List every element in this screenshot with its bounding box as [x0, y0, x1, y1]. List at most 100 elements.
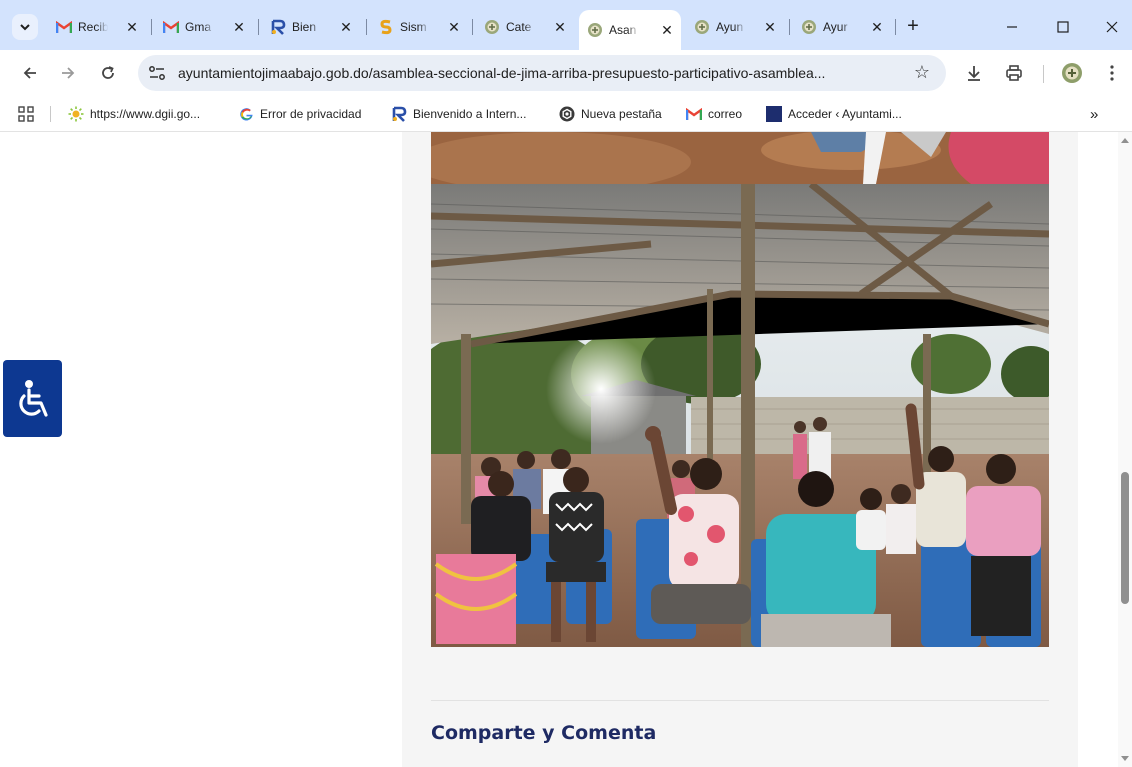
- tab-separator: [472, 19, 473, 35]
- maximize-icon: [1057, 21, 1069, 33]
- chevron-down-icon: [20, 24, 30, 31]
- bookmark-label: Acceder ‹ Ayuntami...: [788, 107, 902, 121]
- tab-close-icon[interactable]: ✕: [446, 19, 462, 35]
- bookmark-star-icon[interactable]: ☆: [914, 62, 930, 83]
- dgii-sun-icon: [68, 106, 84, 122]
- bookmark-label: https://www.dgii.go...: [90, 107, 201, 121]
- tab-close-icon[interactable]: ✕: [124, 19, 140, 35]
- tab-sism[interactable]: Sism ✕: [370, 10, 468, 44]
- minimize-icon: [1007, 26, 1017, 28]
- bookmark-acceder-ayuntamiento[interactable]: Acceder ‹ Ayuntami...: [766, 105, 902, 123]
- tab-close-icon[interactable]: ✕: [762, 19, 778, 35]
- bookmark-error-privacidad[interactable]: Error de privacidad: [238, 105, 361, 123]
- previous-article-photo: [431, 132, 1049, 184]
- gmail-icon: [163, 19, 179, 35]
- reload-button[interactable]: [96, 61, 120, 85]
- bookmark-nueva-pestana[interactable]: Nueva pestaña: [559, 105, 662, 123]
- printer-icon: [1006, 65, 1022, 81]
- bookmarks-divider: [50, 106, 51, 122]
- tab-separator: [151, 19, 152, 35]
- tab-separator: [895, 19, 896, 35]
- back-button[interactable]: [18, 61, 42, 85]
- bookmarks-overflow-button[interactable]: »: [1090, 105, 1098, 123]
- tab-search-button[interactable]: [12, 14, 38, 40]
- site-settings-icon[interactable]: [148, 64, 166, 82]
- tab-close-icon[interactable]: ✕: [659, 22, 675, 38]
- ayuntamiento-seal-icon: [587, 22, 603, 38]
- browser-menu-button[interactable]: [1100, 61, 1124, 85]
- tab-separator: [789, 19, 790, 35]
- bookmark-label: Nueva pestaña: [581, 107, 662, 121]
- tab-close-icon[interactable]: ✕: [552, 19, 568, 35]
- address-bar[interactable]: ayuntamientojimaabajo.gob.do/asamblea-se…: [138, 55, 946, 91]
- tab-categoria[interactable]: Cate ✕: [476, 10, 574, 44]
- sism-icon: [378, 19, 394, 35]
- new-tab-button[interactable]: +: [902, 16, 924, 38]
- download-icon: [968, 66, 980, 81]
- bookmark-correo[interactable]: correo: [686, 105, 742, 123]
- more-vertical-icon: [1110, 65, 1114, 81]
- tab-bienvenido[interactable]: Bien ✕: [262, 10, 360, 44]
- tab-title: Gma: [185, 20, 212, 34]
- apps-button[interactable]: [18, 105, 34, 123]
- tab-ayuntamiento-2[interactable]: Ayur ✕: [793, 10, 891, 44]
- scrollbar-thumb[interactable]: [1121, 472, 1129, 604]
- tab-title: Ayur: [823, 20, 848, 34]
- url-text[interactable]: ayuntamientojimaabajo.gob.do/asamblea-se…: [178, 65, 825, 81]
- print-button[interactable]: [1002, 61, 1026, 85]
- maximize-button[interactable]: [1043, 12, 1083, 42]
- gmail-icon: [686, 106, 702, 122]
- tab-title: Asan: [609, 23, 637, 37]
- tab-asamblea-active[interactable]: Asan ✕: [579, 10, 681, 50]
- bookmarks-bar: https://www.dgii.go... Error de privacid…: [0, 96, 1132, 132]
- tab-gmail[interactable]: Gma ✕: [155, 10, 253, 44]
- ayuntamiento-seal-icon: [1062, 63, 1082, 83]
- profile-avatar[interactable]: [1060, 61, 1084, 85]
- openai-icon: [559, 106, 575, 122]
- arrow-left-icon: [23, 67, 36, 79]
- accessibility-toggle-button[interactable]: [3, 360, 62, 437]
- tab-close-icon[interactable]: ✕: [338, 19, 354, 35]
- close-icon: [1106, 21, 1118, 33]
- tab-close-icon[interactable]: ✕: [869, 19, 885, 35]
- ayuntamiento-seal-icon: [801, 19, 817, 35]
- tab-separator: [258, 19, 259, 35]
- minimize-button[interactable]: [992, 12, 1032, 42]
- bookmark-bienvenido[interactable]: Bienvenido a Intern...: [391, 105, 526, 123]
- content-divider: [431, 700, 1049, 701]
- reload-icon: [102, 66, 114, 79]
- bookmark-label: Bienvenido a Intern...: [413, 107, 527, 121]
- tab-title: Cate: [506, 20, 532, 34]
- tab-title: Ayun: [716, 20, 744, 34]
- dgii-icon: [391, 106, 407, 122]
- download-button[interactable]: [962, 61, 986, 85]
- toolbar-divider: [1043, 65, 1044, 83]
- wheelchair-icon: [18, 379, 48, 417]
- browser-toolbar: ayuntamientojimaabajo.gob.do/asamblea-se…: [0, 50, 1132, 96]
- ayuntamiento-seal-icon: [484, 19, 500, 35]
- dgii-icon: [270, 19, 286, 35]
- apps-grid-icon: [18, 106, 34, 122]
- tab-close-icon[interactable]: ✕: [231, 19, 247, 35]
- tab-title: Sism: [400, 20, 427, 34]
- scroll-up-arrow-icon[interactable]: [1121, 138, 1129, 143]
- google-g-icon: [238, 106, 254, 122]
- square-blue-icon: [766, 106, 782, 122]
- tab-title: Bien: [292, 20, 317, 34]
- tab-ayuntamiento[interactable]: Ayun ✕: [686, 10, 784, 44]
- tab-separator: [366, 19, 367, 35]
- arrow-right-icon: [62, 67, 75, 79]
- vertical-scrollbar[interactable]: [1118, 132, 1132, 767]
- tab-title: Recib: [78, 20, 108, 34]
- gmail-icon: [56, 19, 72, 35]
- tab-recibidos[interactable]: Recib ✕: [48, 10, 146, 44]
- page-viewport: Comparte y Comenta: [0, 132, 1132, 767]
- close-window-button[interactable]: [1092, 12, 1132, 42]
- ayuntamiento-seal-icon: [694, 19, 710, 35]
- bookmark-label: correo: [708, 107, 743, 121]
- double-chevron-right-icon: »: [1090, 105, 1099, 123]
- forward-button[interactable]: [56, 61, 80, 85]
- bookmark-dgii[interactable]: https://www.dgii.go...: [68, 105, 200, 123]
- article-photo-asamblea: [431, 184, 1049, 647]
- scroll-down-arrow-icon[interactable]: [1121, 756, 1129, 761]
